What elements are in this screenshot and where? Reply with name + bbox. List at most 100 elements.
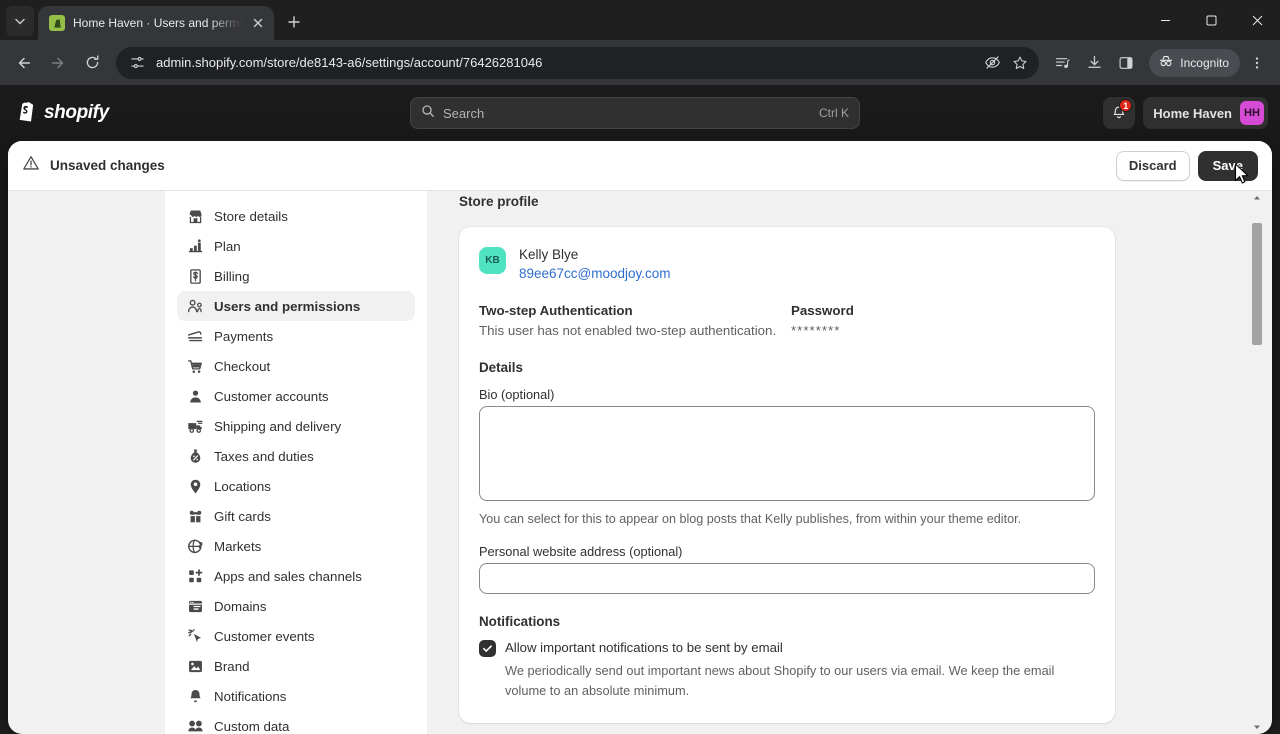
search-shortcut: Ctrl K: [819, 106, 849, 120]
sidebar-item-customer-accounts[interactable]: Customer accounts: [177, 381, 415, 411]
email-notifications-checkbox[interactable]: [479, 640, 496, 657]
email-notifications-label: Allow important notifications to be sent…: [505, 639, 783, 657]
sidebar-item-custom-data[interactable]: Custom data: [177, 711, 415, 734]
shopify-logo[interactable]: shopify: [17, 100, 109, 127]
sidebar-item-label: Billing: [214, 269, 249, 284]
scroll-down-arrow-icon: [1253, 723, 1261, 731]
browser-menu-button[interactable]: [1242, 48, 1272, 78]
reading-list-button[interactable]: [1047, 48, 1077, 78]
sidebar-item-payments[interactable]: Payments: [177, 321, 415, 351]
content-scrollbar[interactable]: [1250, 191, 1264, 734]
tax-icon: [186, 447, 204, 465]
browser-tab-strip: Home Haven · Users and permi: [0, 0, 1280, 40]
global-search-input[interactable]: Search Ctrl K: [410, 97, 860, 129]
sidebar-item-label: Taxes and duties: [214, 449, 314, 464]
browser-toolbar: admin.shopify.com/store/de8143-a6/settin…: [0, 40, 1280, 85]
scroll-up-button[interactable]: [1250, 191, 1264, 205]
click-events-icon: [186, 627, 204, 645]
sidebar-item-label: Markets: [214, 539, 261, 554]
window-close-icon: [1252, 15, 1263, 26]
scrollbar-thumb[interactable]: [1252, 223, 1262, 345]
sidebar-item-gift-cards[interactable]: Gift cards: [177, 501, 415, 531]
back-button[interactable]: [8, 47, 40, 79]
shopify-bag-icon: [17, 100, 37, 127]
store-switcher-button[interactable]: Home Haven HH: [1143, 97, 1268, 129]
sidebar-item-domains[interactable]: Domains: [177, 591, 415, 621]
sidebar-item-locations[interactable]: Locations: [177, 471, 415, 501]
domains-icon: [186, 597, 204, 615]
sidebar-item-apps-and-sales-channels[interactable]: Apps and sales channels: [177, 561, 415, 591]
search-icon: [421, 104, 435, 123]
cart-icon: [186, 357, 204, 375]
reload-button[interactable]: [76, 47, 108, 79]
back-arrow-icon: [15, 54, 33, 72]
truck-icon: [186, 417, 204, 435]
url-text: admin.shopify.com/store/de8143-a6/settin…: [156, 55, 973, 70]
sidebar-item-taxes-and-duties[interactable]: Taxes and duties: [177, 441, 415, 471]
window-maximize-button[interactable]: [1188, 0, 1234, 40]
two-step-status: This user has not enabled two-step authe…: [479, 323, 791, 338]
users-icon: [186, 297, 204, 315]
sidebar-item-users-and-permissions[interactable]: Users and permissions: [177, 291, 415, 321]
side-panel-button[interactable]: [1111, 48, 1141, 78]
tab-search-button[interactable]: [6, 6, 34, 36]
sidebar-item-markets[interactable]: Markets: [177, 531, 415, 561]
downloads-button[interactable]: [1079, 48, 1109, 78]
notification-badge: 1: [1119, 99, 1132, 112]
shopify-favicon: [49, 15, 65, 31]
user-email-link[interactable]: 89ee67cc@moodjoy.com: [519, 266, 671, 281]
forward-button[interactable]: [42, 47, 74, 79]
user-identity-text: Kelly Blye 89ee67cc@moodjoy.com: [519, 245, 671, 283]
two-step-column: Two-step Authentication This user has no…: [479, 303, 791, 338]
tab-close-button[interactable]: [250, 15, 266, 31]
chevron-down-icon: [14, 15, 26, 27]
sidebar-item-store-details[interactable]: Store details: [177, 201, 415, 231]
star-icon[interactable]: [1011, 54, 1029, 72]
scroll-down-button[interactable]: [1250, 720, 1264, 734]
new-tab-button[interactable]: [280, 8, 308, 36]
settings-body: Store detailsPlan Billing Users and permis…: [8, 191, 1272, 734]
unsaved-changes-message: Unsaved changes: [50, 158, 165, 173]
scrollbar-track[interactable]: [1250, 205, 1264, 720]
store-icon: [186, 207, 204, 225]
details-heading: Details: [479, 360, 1095, 375]
notifications-button[interactable]: 1: [1103, 97, 1135, 129]
personal-website-input[interactable]: [479, 563, 1095, 594]
sidebar-item-plan[interactable]: Plan: [177, 231, 415, 261]
eye-slash-icon[interactable]: [983, 54, 1001, 72]
user-name: Kelly Blye: [519, 245, 671, 264]
sidebar-item-label: Gift cards: [214, 509, 271, 524]
person-icon: [186, 387, 204, 405]
close-icon: [250, 15, 266, 31]
page-settings-icon[interactable]: [128, 54, 146, 72]
password-masked-value: ********: [791, 323, 1095, 338]
discard-button[interactable]: Discard: [1116, 151, 1190, 181]
window-close-button[interactable]: [1234, 0, 1280, 40]
sidebar-item-notifications[interactable]: Notifications: [177, 681, 415, 711]
three-dot-menu-icon: [1249, 55, 1265, 71]
globe-icon: [186, 537, 204, 555]
maximize-icon: [1206, 15, 1217, 26]
incognito-icon: [1158, 53, 1174, 72]
bio-help-text: You can select for this to appear on blo…: [479, 512, 1095, 526]
brand-image-icon: [186, 657, 204, 675]
sidebar-item-shipping-and-delivery[interactable]: Shipping and delivery: [177, 411, 415, 441]
minimize-icon: [1160, 15, 1171, 26]
sidebar-item-customer-events[interactable]: Customer events: [177, 621, 415, 651]
bio-textarea[interactable]: [479, 406, 1095, 501]
sidebar-item-brand[interactable]: Brand: [177, 651, 415, 681]
sidebar-item-checkout[interactable]: Checkout: [177, 351, 415, 381]
incognito-indicator[interactable]: Incognito: [1149, 49, 1240, 77]
forward-arrow-icon: [49, 54, 67, 72]
window-minimize-button[interactable]: [1142, 0, 1188, 40]
browser-tab[interactable]: Home Haven · Users and permi: [38, 6, 274, 40]
avatar: KB: [479, 247, 506, 274]
search-placeholder: Search: [443, 106, 811, 121]
sidebar-item-billing[interactable]: Billing: [177, 261, 415, 291]
chart-plan-icon: [186, 237, 204, 255]
incognito-label: Incognito: [1180, 56, 1229, 70]
password-heading: Password: [791, 303, 1095, 318]
address-bar[interactable]: admin.shopify.com/store/de8143-a6/settin…: [116, 47, 1039, 79]
settings-content-panel: Store profile KB Kelly Blye 89ee67cc@moo…: [427, 191, 1240, 734]
sidebar-item-label: Users and permissions: [214, 299, 360, 314]
